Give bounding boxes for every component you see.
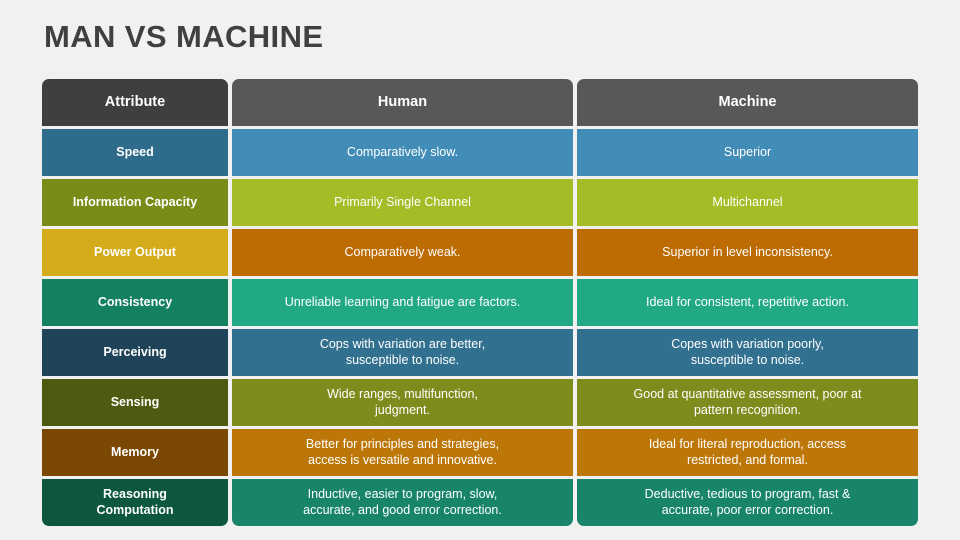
row-machine-line1: Copes with variation poorly, xyxy=(671,337,824,352)
header-label-attribute: Attribute xyxy=(104,93,166,110)
row-human-line1: Inductive, easier to program, slow, xyxy=(307,487,498,502)
row-machine-line1: Ideal for consistent, repetitive action. xyxy=(646,294,849,309)
row-machine-cell: Multichannel xyxy=(577,179,918,226)
header-cell-attribute: Attribute xyxy=(42,79,228,126)
row-human-line1: Wide ranges, multifunction, xyxy=(327,387,478,402)
row-attribute-cell: Reasoning Computation xyxy=(42,479,228,526)
table-row: Speed Comparatively slow. Superior xyxy=(42,129,918,176)
row-human-line1: Unreliable learning and fatigue are fact… xyxy=(284,294,521,309)
row-machine-line1: Superior xyxy=(723,144,772,159)
row-machine-cell: Ideal for literal reproduction, access re… xyxy=(577,429,918,476)
row-human-line2: access is versatile and innovative. xyxy=(308,452,497,467)
row-machine-cell: Deductive, tedious to program, fast & acc… xyxy=(577,479,918,526)
page-title: MAN VS MACHINE xyxy=(44,19,324,54)
table-row: Power Output Comparatively weak. Superio… xyxy=(42,229,918,276)
row-human-line1: Comparatively weak. xyxy=(344,244,461,259)
row-attribute-cell: Sensing xyxy=(42,379,228,426)
row-human-cell: Better for principles and strategies, acc… xyxy=(232,429,573,476)
row-machine-line2: susceptible to noise. xyxy=(690,352,805,367)
table-row: Memory Better for principles and strateg… xyxy=(42,429,918,476)
row-attribute-label: Perceiving xyxy=(103,344,167,359)
row-machine-line1: Deductive, tedious to program, fast & xyxy=(644,487,851,502)
row-human-line1: Comparatively slow. xyxy=(346,144,459,159)
row-machine-line1: Ideal for literal reproduction, access xyxy=(648,437,847,452)
header-label-human: Human xyxy=(377,93,428,110)
row-human-line1: Better for principles and strategies, xyxy=(305,437,500,452)
header-label-machine: Machine xyxy=(718,93,777,110)
row-attribute-label: Power Output xyxy=(94,244,176,259)
table-row: Reasoning Computation Inductive, easier t… xyxy=(42,479,918,526)
row-human-line2: susceptible to noise. xyxy=(345,352,460,367)
row-human-cell: Cops with variation are better, susceptib… xyxy=(232,329,573,376)
row-human-cell: Comparatively weak. xyxy=(232,229,573,276)
row-human-cell: Primarily Single Channel xyxy=(232,179,573,226)
table-row: Perceiving Cops with variation are bette… xyxy=(42,329,918,376)
row-human-cell: Inductive, easier to program, slow, accur… xyxy=(232,479,573,526)
row-attribute-label: Memory xyxy=(111,444,159,459)
comparison-table: Attribute Human Machine Speed Comparativ… xyxy=(42,79,918,526)
slide-canvas: MAN VS MACHINE Attribute Human Machine S… xyxy=(0,0,960,540)
table-row: Information Capacity Primarily Single Ch… xyxy=(42,179,918,226)
row-attribute-cell: Power Output xyxy=(42,229,228,276)
row-machine-cell: Ideal for consistent, repetitive action. xyxy=(577,279,918,326)
row-machine-line2: pattern recognition. xyxy=(693,402,801,417)
row-human-line2: accurate, and good error correction. xyxy=(303,502,502,517)
table-row: Consistency Unreliable learning and fati… xyxy=(42,279,918,326)
row-attribute-label-line2: Computation xyxy=(96,502,174,517)
row-machine-cell: Good at quantitative assessment, poor at… xyxy=(577,379,918,426)
row-human-cell: Comparatively slow. xyxy=(232,129,573,176)
row-machine-line2: restricted, and formal. xyxy=(687,452,808,467)
row-attribute-label: Speed xyxy=(116,144,154,159)
table-header-row: Attribute Human Machine xyxy=(42,79,918,126)
header-cell-human: Human xyxy=(232,79,573,126)
row-attribute-label: Consistency xyxy=(97,294,173,309)
row-human-cell: Wide ranges, multifunction, judgment. xyxy=(232,379,573,426)
row-machine-line1: Superior in level inconsistency. xyxy=(662,244,833,259)
row-machine-line2: accurate, poor error correction. xyxy=(661,502,834,517)
row-human-line1: Primarily Single Channel xyxy=(334,194,471,209)
row-human-cell: Unreliable learning and fatigue are fact… xyxy=(232,279,573,326)
row-attribute-cell: Perceiving xyxy=(42,329,228,376)
row-machine-line1: Multichannel xyxy=(712,194,783,209)
row-attribute-cell: Memory xyxy=(42,429,228,476)
row-human-line2: judgment. xyxy=(375,402,430,417)
row-attribute-label: Sensing xyxy=(110,394,160,409)
row-attribute-label: Information Capacity xyxy=(72,194,198,209)
row-machine-cell: Copes with variation poorly, susceptible … xyxy=(577,329,918,376)
row-attribute-cell: Speed xyxy=(42,129,228,176)
table-row: Sensing Wide ranges, multifunction, judgm… xyxy=(42,379,918,426)
row-attribute-label: Reasoning xyxy=(103,487,167,502)
row-human-line1: Cops with variation are better, xyxy=(319,337,486,352)
row-machine-cell: Superior in level inconsistency. xyxy=(577,229,918,276)
row-machine-cell: Superior xyxy=(577,129,918,176)
row-attribute-cell: Information Capacity xyxy=(42,179,228,226)
header-cell-machine: Machine xyxy=(577,79,918,126)
row-machine-line1: Good at quantitative assessment, poor at xyxy=(633,387,862,402)
row-attribute-cell: Consistency xyxy=(42,279,228,326)
